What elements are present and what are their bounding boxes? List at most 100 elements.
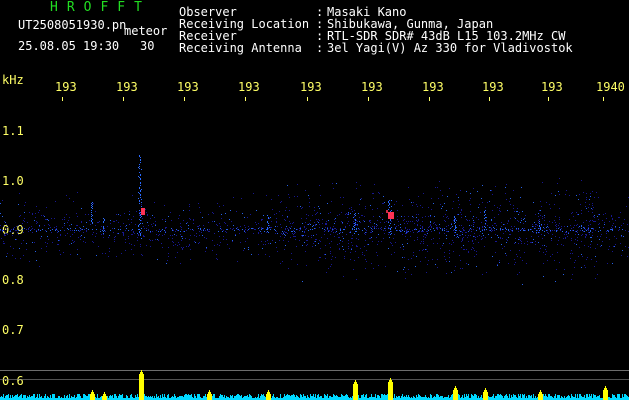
signal-meter-bar	[575, 394, 576, 400]
signal-pixel	[418, 219, 419, 220]
signal-pixel	[566, 231, 567, 232]
signal-pixel	[440, 204, 441, 205]
signal-meter-bar	[385, 395, 386, 400]
signal-pixel	[80, 239, 81, 240]
signal-pixel	[446, 235, 447, 236]
signal-pixel	[355, 222, 356, 223]
signal-pixel	[198, 243, 199, 244]
signal-pixel	[601, 234, 602, 235]
signal-pixel	[427, 229, 428, 230]
signal-pixel	[306, 214, 307, 215]
signal-pixel	[241, 198, 242, 199]
signal-pixel	[589, 232, 590, 233]
signal-pixel	[284, 231, 285, 232]
signal-meter-bar	[263, 394, 264, 400]
signal-pixel	[269, 225, 270, 226]
signal-pixel	[539, 232, 540, 233]
signal-pixel	[577, 240, 578, 241]
signal-pixel	[41, 248, 42, 249]
signal-pixel	[446, 229, 447, 230]
signal-pixel	[45, 242, 46, 243]
signal-meter-bar	[559, 395, 560, 400]
signal-pixel	[34, 229, 35, 230]
signal-pixel	[596, 192, 597, 193]
signal-pixel	[6, 224, 7, 225]
signal-pixel	[284, 249, 285, 250]
signal-pixel	[380, 217, 381, 218]
signal-pixel	[449, 257, 450, 258]
signal-pixel	[118, 229, 119, 230]
signal-pixel	[340, 228, 341, 229]
meteor-label: meteor	[124, 24, 168, 38]
signal-pixel	[530, 229, 531, 230]
signal-meter-bar	[152, 396, 153, 400]
signal-meter-bar	[146, 396, 147, 400]
signal-pixel	[505, 228, 506, 229]
signal-pixel	[30, 230, 31, 231]
signal-pixel	[314, 228, 315, 229]
signal-pixel	[199, 231, 200, 232]
signal-meter-bar	[341, 394, 342, 400]
signal-pixel	[60, 234, 61, 235]
signal-pixel	[436, 227, 437, 228]
signal-pixel	[585, 206, 586, 207]
signal-pixel	[468, 241, 469, 242]
signal-pixel	[189, 239, 190, 240]
signal-pixel	[88, 214, 89, 215]
signal-pixel	[25, 202, 26, 203]
signal-pixel	[563, 238, 564, 239]
signal-pixel	[44, 225, 45, 226]
signal-pixel	[46, 207, 47, 208]
signal-pixel	[317, 212, 318, 213]
signal-pixel	[454, 220, 455, 221]
signal-meter-bar	[15, 395, 16, 400]
signal-pixel	[73, 242, 74, 243]
signal-pixel	[193, 220, 194, 221]
signal-pixel	[456, 227, 457, 228]
signal-pixel	[46, 219, 47, 220]
signal-pixel	[213, 213, 214, 214]
signal-pixel	[334, 236, 335, 237]
signal-pixel	[469, 220, 470, 221]
signal-meter-bar	[540, 390, 541, 400]
signal-pixel	[510, 204, 511, 205]
signal-pixel	[36, 221, 37, 222]
signal-pixel	[520, 222, 521, 223]
signal-meter-bar	[231, 396, 232, 400]
signal-pixel	[510, 229, 511, 230]
signal-pixel	[48, 228, 49, 229]
signal-meter-bar	[514, 395, 515, 400]
signal-pixel	[502, 229, 503, 230]
signal-meter-bar	[587, 394, 588, 400]
signal-pixel	[31, 226, 32, 227]
signal-pixel	[267, 215, 268, 216]
signal-meter-bar	[453, 390, 454, 400]
signal-pixel	[591, 237, 592, 238]
signal-pixel	[461, 217, 462, 218]
signal-pixel	[68, 229, 69, 230]
signal-pixel	[133, 216, 134, 217]
signal-pixel	[444, 252, 445, 253]
signal-pixel	[598, 224, 599, 225]
signal-pixel	[354, 216, 355, 217]
signal-pixel	[447, 196, 448, 197]
signal-pixel	[500, 205, 501, 206]
signal-pixel	[525, 221, 526, 222]
signal-pixel	[454, 221, 455, 222]
signal-pixel	[195, 242, 196, 243]
signal-pixel	[377, 208, 378, 209]
signal-pixel	[542, 230, 543, 231]
signal-meter-bar	[87, 396, 88, 400]
signal-pixel	[16, 230, 17, 231]
signal-pixel	[432, 259, 433, 260]
signal-pixel	[578, 214, 579, 215]
signal-pixel	[365, 240, 366, 241]
signal-meter-bar	[300, 394, 301, 400]
signal-pixel	[425, 249, 426, 250]
signal-pixel	[60, 235, 61, 236]
signal-pixel	[330, 253, 331, 254]
signal-pixel	[508, 220, 509, 221]
signal-pixel	[35, 213, 36, 214]
signal-pixel	[80, 228, 81, 229]
signal-meter-bar	[289, 395, 290, 400]
